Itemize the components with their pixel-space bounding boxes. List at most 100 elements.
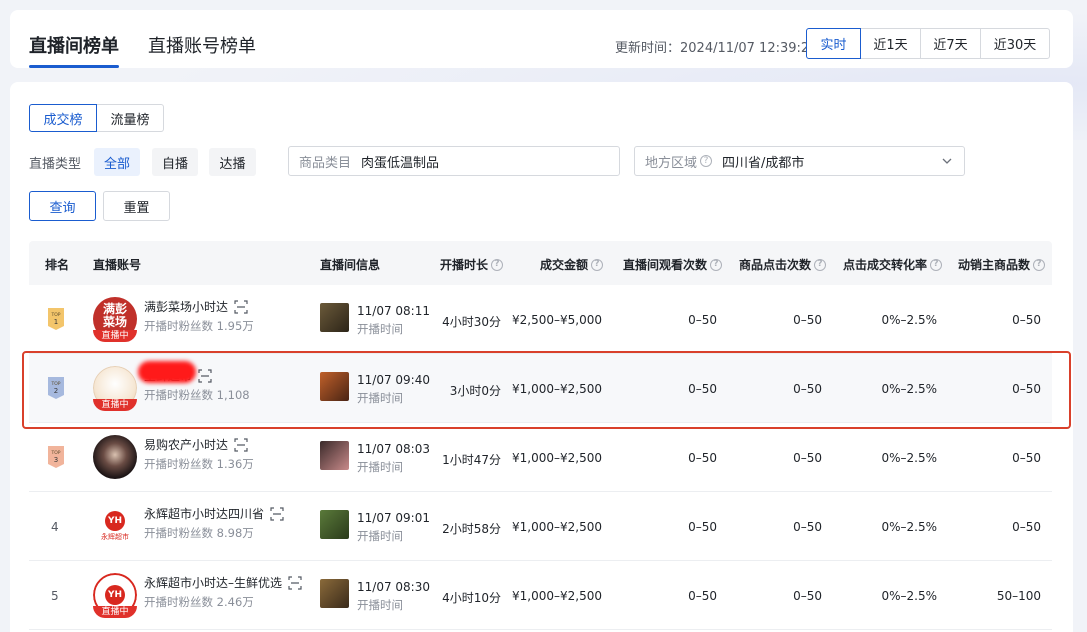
- table-row[interactable]: TOP 1 满彭 菜场 直播中 满彭菜场小时达 开播时粉丝数 1.95万 11/…: [29, 285, 1052, 354]
- live-thumbnail[interactable]: [320, 441, 349, 470]
- category-select[interactable]: 商品类目 肉蛋低温制品: [288, 146, 620, 176]
- region-select[interactable]: 地方区域 ? 四川省/成都市: [634, 146, 965, 176]
- live-thumbnail[interactable]: [320, 303, 349, 332]
- region-value: 四川省/成都市: [722, 155, 805, 171]
- top-rank-badge-icon: TOP 1: [48, 308, 64, 330]
- question-icon[interactable]: ?: [591, 258, 604, 271]
- query-button[interactable]: 查询: [29, 191, 96, 221]
- cell-views: 0–50: [688, 451, 717, 465]
- live-thumbnail[interactable]: [320, 579, 349, 608]
- scan-icon[interactable]: [234, 299, 248, 314]
- cell-conversion: 0%–2.5%: [881, 382, 937, 396]
- cell-conversion: 0%–2.5%: [881, 589, 937, 603]
- live-start-time: 11/07 08:30: [357, 580, 430, 594]
- cell-duration: 2小时58分: [442, 522, 501, 536]
- live-thumbnail[interactable]: [320, 510, 349, 539]
- live-type-all-button[interactable]: 全部: [94, 148, 140, 176]
- col-gmv-wrap: 成交金额?: [540, 256, 604, 273]
- question-icon[interactable]: ?: [700, 155, 713, 167]
- question-icon[interactable]: ?: [1033, 258, 1046, 271]
- question-icon[interactable]: ?: [814, 258, 827, 271]
- live-start-time: 11/07 09:40: [357, 373, 430, 387]
- cell-clicks: 0–50: [793, 589, 822, 603]
- cell-conversion: 0%–2.5%: [881, 451, 937, 465]
- col-rank: 排名: [45, 258, 70, 272]
- col-duration-wrap: 开播时长?: [440, 256, 504, 273]
- range-30day-button[interactable]: 近30天: [980, 28, 1050, 59]
- account-fans: 开播时粉丝数 1.95万: [144, 319, 254, 333]
- account-name[interactable]: 易购农产小时达: [144, 436, 228, 453]
- col-gmv: 成交金额: [540, 258, 589, 272]
- ranking-card: 成交榜 流量榜 直播类型 全部 自播 达播 商品类目 肉蛋低温制品 地方区域 ?…: [10, 82, 1073, 632]
- question-icon[interactable]: ?: [491, 258, 504, 271]
- question-icon[interactable]: ?: [930, 258, 943, 271]
- col-products: 动销主商品数: [958, 258, 1031, 272]
- cell-clicks: 0–50: [793, 313, 822, 327]
- live-type-self-button[interactable]: 自播: [152, 148, 198, 176]
- active-tab-indicator: [29, 65, 119, 68]
- cell-gmv: ¥1,000–¥2,500: [512, 520, 602, 534]
- range-1day-button[interactable]: 近1天: [860, 28, 921, 59]
- table-row[interactable]: 4 YH 永辉超市 永辉超市小时达四川省 开播时粉丝数 8.98万 11/07 …: [29, 492, 1052, 561]
- account-fans: 开播时粉丝数 1.36万: [144, 457, 254, 471]
- cell-products: 0–50: [1012, 313, 1041, 327]
- cell-duration: 3小时0分: [449, 384, 501, 398]
- live-start-time: 11/07 08:11: [357, 304, 430, 318]
- account-name[interactable]: 永辉超市小时达四川省: [144, 505, 264, 522]
- account-name-wrap: 永辉超市小时达–生鲜优选: [144, 574, 302, 591]
- rank-gmv-button[interactable]: 成交榜: [29, 104, 97, 132]
- range-7day-button[interactable]: 近7天: [920, 28, 981, 59]
- range-realtime-button[interactable]: 实时: [806, 28, 861, 59]
- category-label: 商品类目: [299, 155, 352, 171]
- cell-gmv: ¥1,000–¥2,500: [512, 382, 602, 396]
- col-duration: 开播时长: [440, 258, 489, 272]
- col-products-wrap: 动销主商品数?: [958, 256, 1046, 273]
- live-badge: 直播中: [93, 330, 137, 342]
- svg-text:2: 2: [54, 387, 58, 395]
- reset-button[interactable]: 重置: [103, 191, 170, 221]
- live-start-time: 11/07 08:03: [357, 442, 430, 456]
- cell-duration: 4小时30分: [442, 315, 501, 329]
- scan-icon[interactable]: [198, 368, 212, 383]
- live-thumbnail[interactable]: [320, 372, 349, 401]
- live-start-label: 开播时间: [357, 598, 403, 612]
- avatar[interactable]: YH 永辉超市: [93, 504, 137, 548]
- rank-type-switch: 成交榜 流量榜: [29, 104, 164, 132]
- scan-icon[interactable]: [270, 506, 284, 521]
- cell-clicks: 0–50: [793, 382, 822, 396]
- tab-live-account-ranking[interactable]: 直播账号榜单: [148, 32, 256, 58]
- rank-traffic-button[interactable]: 流量榜: [97, 104, 164, 132]
- live-badge: 直播中: [93, 399, 137, 411]
- category-value: 肉蛋低温制品: [361, 155, 440, 171]
- question-icon[interactable]: ?: [710, 258, 723, 271]
- top-rank-badge-icon: TOP 3: [48, 446, 64, 468]
- cell-clicks: 0–50: [793, 520, 822, 534]
- scan-icon[interactable]: [288, 575, 302, 590]
- rank-number: 4: [51, 520, 59, 534]
- table-row[interactable]: TOP 3 易购农产小时达 开播时粉丝数 1.36万 11/07 08:03 开…: [29, 423, 1052, 492]
- cell-gmv: ¥1,000–¥2,500: [512, 589, 602, 603]
- col-live-info: 直播间信息: [320, 258, 381, 272]
- avatar[interactable]: [93, 435, 137, 479]
- account-name-wrap: 永辉超市小时达四川省: [144, 505, 284, 522]
- table-header: 排名 直播账号 直播间信息 开播时长? 成交金额? 直播间观看次数? 商品点击次…: [29, 241, 1052, 285]
- live-badge: 直播中: [93, 606, 137, 618]
- redaction-mark: [138, 361, 196, 383]
- account-fans: 开播时粉丝数 1,108: [144, 388, 250, 402]
- live-start-label: 开播时间: [357, 529, 403, 543]
- account-name[interactable]: 永辉超市小时达–生鲜优选: [144, 574, 282, 591]
- cell-views: 0–50: [688, 382, 717, 396]
- scan-icon[interactable]: [234, 437, 248, 452]
- account-fans: 开播时粉丝数 2.46万: [144, 595, 254, 609]
- account-name-wrap: 易购农产小时达: [144, 436, 248, 453]
- live-type-talent-button[interactable]: 达播: [209, 148, 256, 176]
- live-start-label: 开播时间: [357, 460, 403, 474]
- col-views: 直播间观看次数: [623, 258, 708, 272]
- col-clicks-wrap: 商品点击次数?: [739, 256, 827, 273]
- account-name[interactable]: 满彭菜场小时达: [144, 298, 228, 315]
- tab-live-room-ranking[interactable]: 直播间榜单: [29, 32, 119, 58]
- chevron-down-icon[interactable]: [940, 154, 954, 168]
- table-row[interactable]: 5 YH 直播中 永辉超市小时达–生鲜优选 开播时粉丝数 2.46万 11/07…: [29, 561, 1052, 630]
- region-label: 地方区域: [645, 155, 698, 171]
- header-card: 直播间榜单 直播账号榜单 更新时间：2024/11/07 12:39:27 实时…: [10, 10, 1073, 68]
